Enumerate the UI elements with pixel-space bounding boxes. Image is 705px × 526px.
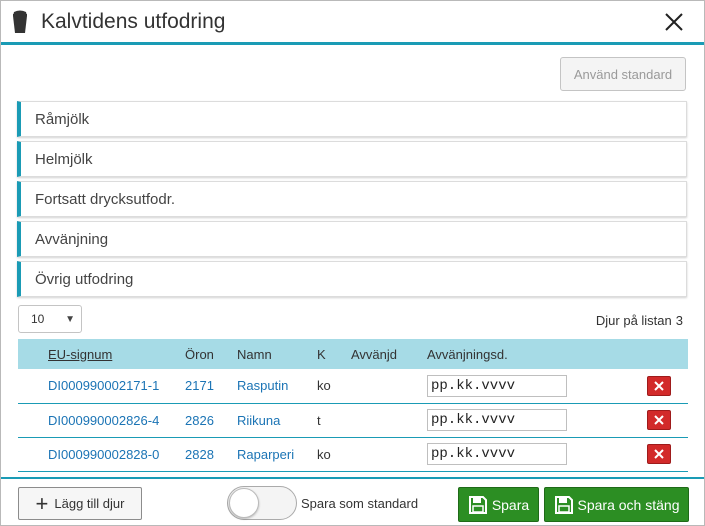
save-label: Spara: [491, 496, 530, 513]
weaning-date-input[interactable]: pp.kk.vvvv: [427, 443, 567, 465]
dialog-header: Kalvtidens utfodring: [1, 1, 704, 45]
table-row: DI000990002828-0 2828 Raparperi ko pp.kk…: [18, 437, 688, 471]
save-as-standard-toggle[interactable]: [227, 486, 297, 520]
table-row: DI000990002171-1 2171 Rasputin ko pp.kk.…: [18, 369, 688, 403]
save-and-close-button[interactable]: Spara och stäng: [544, 487, 689, 522]
floppy-disk-icon: [554, 495, 573, 514]
oron-link[interactable]: 2828: [185, 437, 237, 471]
standard-row: Använd standard: [1, 45, 704, 101]
avvanjd-cell: [351, 369, 427, 403]
column-header-avvanjd[interactable]: Avvänjd: [351, 339, 427, 369]
use-standard-button[interactable]: Använd standard: [560, 57, 686, 91]
plus-icon: +: [35, 490, 49, 516]
accordion-item-helmjolk[interactable]: Helmjölk: [17, 141, 687, 177]
oron-link[interactable]: 2826: [185, 403, 237, 437]
table-header-row: EU-signum Öron Namn K Avvänjd Avvänjning…: [18, 339, 688, 369]
page-size-value: 10: [31, 312, 45, 326]
feeding-dialog: Kalvtidens utfodring Använd standard Råm…: [0, 0, 705, 526]
k-cell: t: [317, 412, 321, 428]
avvanjd-cell: [351, 403, 427, 437]
oron-link[interactable]: 2171: [185, 369, 237, 403]
accordion-item-fortsatt[interactable]: Fortsatt drycksutfodr.: [17, 181, 687, 217]
delete-row-button[interactable]: [647, 375, 671, 396]
chevron-down-icon: ▼: [65, 314, 75, 325]
animal-table: EU-signum Öron Namn K Avvänjd Avvänjning…: [18, 339, 688, 472]
namn-link[interactable]: Riikuna: [237, 403, 317, 437]
avvanjd-cell: [351, 437, 427, 471]
add-animal-button[interactable]: + Lägg till djur: [18, 487, 142, 520]
weaning-date-input[interactable]: pp.kk.vvvv: [427, 374, 567, 397]
column-header-avvanjningsdatum[interactable]: Avvänjningsd.: [427, 339, 639, 369]
toggle-knob: [229, 488, 259, 518]
close-icon[interactable]: [660, 8, 688, 36]
column-header-oron[interactable]: Öron: [185, 339, 237, 369]
column-header-eu-signum[interactable]: EU-signum: [48, 339, 185, 369]
accordion-item-ovrig[interactable]: Övrig utfodring: [17, 261, 687, 297]
page-size-select[interactable]: 10 ▼: [18, 305, 82, 333]
weaning-date-input[interactable]: pp.kk.vvvv: [427, 409, 567, 431]
close-icon: [654, 415, 664, 425]
animal-count-label: Djur på listan: [595, 313, 672, 328]
eu-signum-link[interactable]: DI000990002171-1: [48, 369, 185, 403]
eu-signum-link[interactable]: DI000990002826-4: [48, 403, 185, 437]
table-row: DI000990002826-4 2826 Riikuna t pp.kk.vv…: [18, 403, 688, 437]
delete-row-button[interactable]: [647, 444, 671, 464]
column-header-namn[interactable]: Namn: [237, 339, 317, 369]
save-as-standard-label: Spara som standard: [301, 496, 419, 511]
list-controls: 10 ▼ Djur på listan 3: [1, 301, 704, 339]
close-icon: [654, 381, 664, 391]
animal-count-value: 3: [675, 313, 683, 328]
dialog-title: Kalvtidens utfodring: [41, 9, 226, 33]
delete-row-button[interactable]: [647, 410, 671, 430]
k-cell: ko: [317, 378, 331, 394]
floppy-disk-icon: [468, 495, 487, 514]
animal-count: Djur på listan 3: [592, 313, 683, 328]
bucket-icon: [11, 10, 29, 34]
k-cell: ko: [317, 446, 331, 462]
eu-signum-link[interactable]: DI000990002828-0: [48, 437, 185, 471]
dialog-footer: + Lägg till djur Spara som standard Spar…: [1, 477, 704, 525]
feeding-accordion: Råmjölk Helmjölk Fortsatt drycksutfodr. …: [17, 101, 687, 297]
column-header-k[interactable]: K: [317, 339, 351, 369]
accordion-item-ramjolk[interactable]: Råmjölk: [17, 101, 687, 137]
accordion-item-avvanjning[interactable]: Avvänjning: [17, 221, 687, 257]
save-and-close-label: Spara och stäng: [577, 496, 680, 513]
close-icon: [654, 449, 664, 459]
namn-link[interactable]: Raparperi: [237, 437, 317, 471]
namn-link[interactable]: Rasputin: [237, 369, 317, 403]
add-animal-label: Lägg till djur: [54, 496, 125, 511]
save-button[interactable]: Spara: [458, 487, 539, 522]
